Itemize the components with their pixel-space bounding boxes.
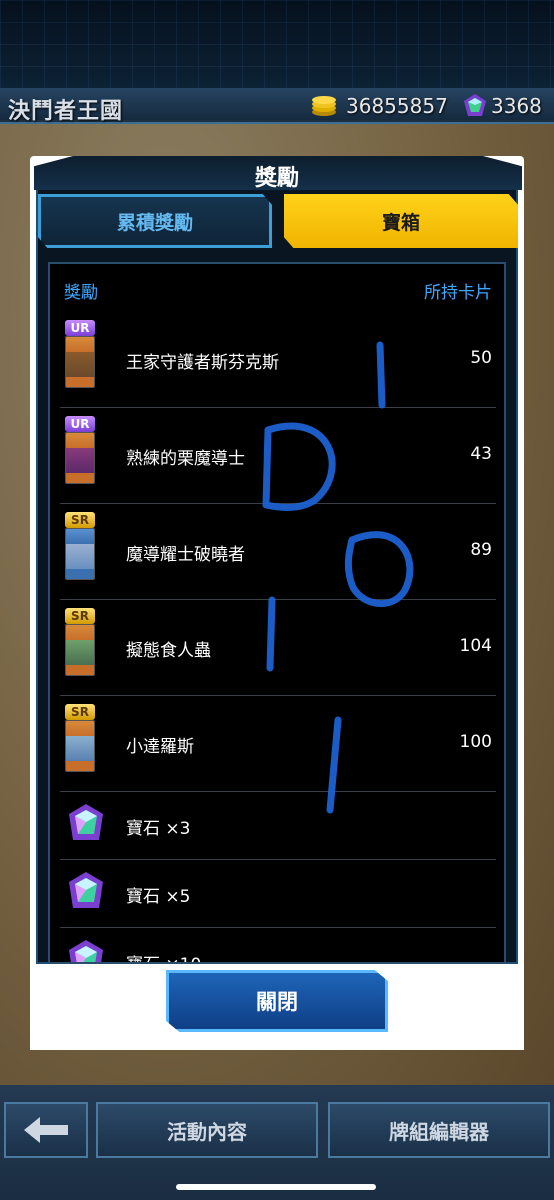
card-name: 小達羅斯: [126, 737, 194, 757]
card-name: 魔導耀士破曉者: [126, 545, 245, 565]
top-grid-pattern: [0, 0, 554, 90]
list-item[interactable]: 寶石 ×10: [60, 928, 496, 962]
gold-amount: 36855857: [346, 94, 448, 118]
deck-editor-button[interactable]: 牌組編輯器: [328, 1102, 550, 1158]
rarity-badge: UR: [65, 416, 95, 432]
card-count: 104: [459, 636, 492, 656]
card-thumbnail: SR: [65, 512, 99, 582]
card-thumbnail: UR: [65, 320, 99, 390]
gem-amount: 3368: [491, 94, 542, 118]
gem-icon: [69, 940, 103, 962]
gem-reward-name: 寶石 ×10: [126, 950, 201, 962]
world-title: 決鬥者王國: [8, 99, 124, 124]
gem-icon: [464, 94, 486, 116]
card-image: [65, 720, 95, 772]
close-button[interactable]: 關閉: [166, 970, 388, 1032]
reward-list[interactable]: 獎勵 所持卡片 UR 王家守護者斯芬克斯 50 UR 熟練的栗魔導士 43 SR…: [48, 262, 506, 964]
card-image: [65, 336, 95, 388]
card-name: 擬態食人蟲: [126, 641, 211, 661]
list-item[interactable]: UR 王家守護者斯芬克斯 50: [60, 312, 496, 408]
card-count: 100: [459, 732, 492, 752]
list-item[interactable]: 寶石 ×5: [60, 860, 496, 928]
home-indicator: [176, 1184, 376, 1190]
list-item[interactable]: SR 擬態食人蟲 104: [60, 600, 496, 696]
card-image: [65, 432, 95, 484]
card-count: 43: [470, 444, 492, 464]
card-name: 王家守護者斯芬克斯: [126, 353, 279, 373]
tab-cumulative-rewards[interactable]: 累積獎勵: [38, 194, 272, 248]
tab-treasure-chest[interactable]: 寶箱: [284, 194, 518, 248]
list-item[interactable]: UR 熟練的栗魔導士 43: [60, 408, 496, 504]
gem-icon: [69, 872, 103, 908]
list-item[interactable]: SR 魔導耀士破曉者 89: [60, 504, 496, 600]
list-item[interactable]: SR 小達羅斯 100: [60, 696, 496, 792]
gold-coins-icon: [312, 96, 336, 116]
column-held-cards: 所持卡片: [424, 283, 492, 303]
card-thumbnail: SR: [65, 608, 99, 678]
rarity-badge: SR: [65, 704, 95, 720]
card-thumbnail: SR: [65, 704, 99, 774]
card-thumbnail: UR: [65, 416, 99, 486]
gem-reward-name: 寶石 ×3: [126, 819, 191, 839]
card-image: [65, 528, 95, 580]
card-name: 熟練的栗魔導士: [126, 449, 245, 469]
gem-icon: [69, 804, 103, 840]
list-header: 獎勵 所持卡片: [50, 264, 504, 312]
gem-reward-name: 寶石 ×5: [126, 887, 191, 907]
rarity-badge: UR: [65, 320, 95, 336]
rarity-badge: SR: [65, 608, 95, 624]
arrow-left-icon: [24, 1117, 68, 1143]
card-image: [65, 624, 95, 676]
back-button[interactable]: [4, 1102, 88, 1158]
card-count: 50: [470, 348, 492, 368]
card-count: 89: [470, 540, 492, 560]
list-item[interactable]: 寶石 ×3: [60, 792, 496, 860]
column-reward: 獎勵: [64, 283, 98, 303]
rarity-badge: SR: [65, 512, 95, 528]
modal-title: 獎勵: [254, 166, 299, 191]
event-details-button[interactable]: 活動內容: [96, 1102, 318, 1158]
